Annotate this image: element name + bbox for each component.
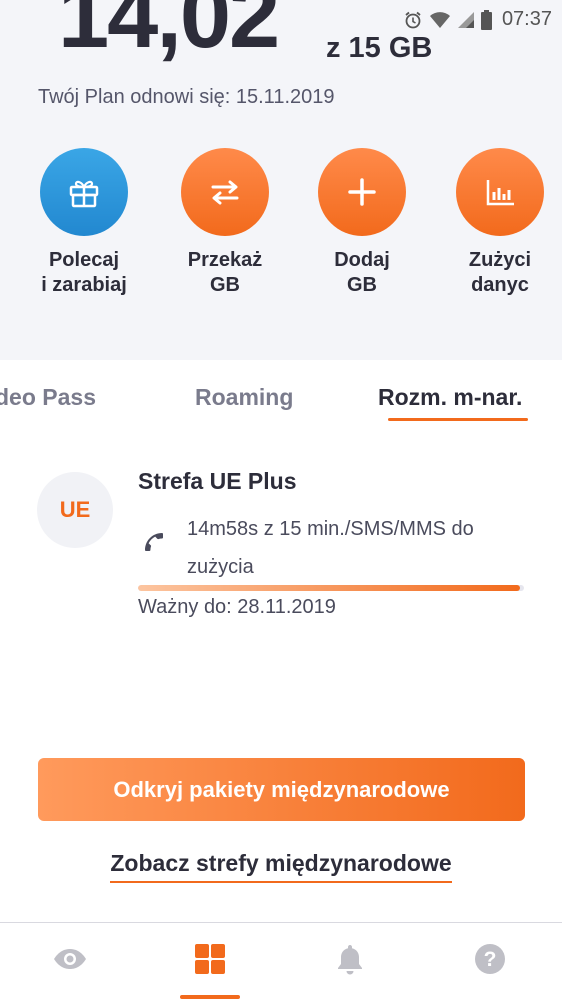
nav-packages[interactable] <box>140 923 280 1000</box>
data-total: z 15 GB <box>326 32 433 64</box>
active-tab-indicator <box>388 418 528 421</box>
action-refer-earn[interactable]: Polecaj i zarabiaj <box>14 148 154 298</box>
svg-text:?: ? <box>484 948 497 971</box>
plus-icon <box>318 148 406 236</box>
valid-until-text: Ważny do: 28.11.2019 <box>138 596 336 618</box>
wifi-icon <box>429 11 451 29</box>
bell-icon <box>335 943 365 980</box>
tab-video-pass[interactable]: deo Pass <box>0 384 96 411</box>
discover-packages-button[interactable]: Odkryj pakiety międzynarodowe <box>38 758 525 821</box>
usage-header: 07:37 14,02 z 15 GB Twój Plan odnowi się… <box>0 0 562 360</box>
phone-icon <box>142 530 166 559</box>
action-label: Dodaj GB <box>334 249 390 296</box>
usage-progress-bar <box>138 585 524 591</box>
alarm-icon <box>403 10 423 30</box>
zone-title: Strefa UE Plus <box>138 468 297 494</box>
bar-chart-icon <box>456 148 544 236</box>
eye-icon <box>52 947 88 976</box>
quick-actions: Polecaj i zarabiaj Przekaż GB Dodaj GB Z… <box>0 148 562 308</box>
package-tabs: deo Pass Roaming Rozm. m-nar. <box>0 360 562 430</box>
gift-icon <box>40 148 128 236</box>
nav-help[interactable]: ? <box>420 923 560 1000</box>
battery-icon <box>480 9 492 30</box>
action-transfer-gb[interactable]: Przekaż GB <box>155 148 295 298</box>
active-nav-indicator <box>180 995 240 999</box>
help-icon: ? <box>474 943 506 980</box>
tab-roaming[interactable]: Roaming <box>195 384 293 411</box>
usage-remaining-text: 14m58s z 15 min./SMS/MMS do zużycia <box>187 518 474 578</box>
data-used-amount: 14,02 <box>58 0 280 67</box>
transfer-icon <box>181 148 269 236</box>
status-time: 07:37 <box>501 8 552 30</box>
action-label: Przekaż GB <box>187 249 263 296</box>
action-data-usage[interactable]: Zużyci danyc <box>430 148 562 298</box>
signal-icon <box>457 11 475 29</box>
international-zones-link-wrap: Zobacz strefy międzynarodowe <box>0 850 562 883</box>
action-label: Zużyci danyc <box>468 249 532 296</box>
international-zones-link[interactable]: Zobacz strefy międzynarodowe <box>110 850 452 883</box>
action-add-gb[interactable]: Dodaj GB <box>292 148 432 298</box>
action-label: Polecaj i zarabiaj <box>41 249 127 296</box>
nav-overview[interactable] <box>0 923 140 1000</box>
bottom-nav: ? <box>0 922 562 999</box>
plan-renewal-text: Twój Plan odnowi się: 15.11.2019 <box>38 86 335 108</box>
tab-international-calls[interactable]: Rozm. m-nar. <box>378 384 522 411</box>
nav-notifications[interactable] <box>280 923 420 1000</box>
grid-icon <box>194 943 226 980</box>
zone-badge: UE <box>37 472 113 548</box>
usage-progress-fill <box>138 585 521 591</box>
